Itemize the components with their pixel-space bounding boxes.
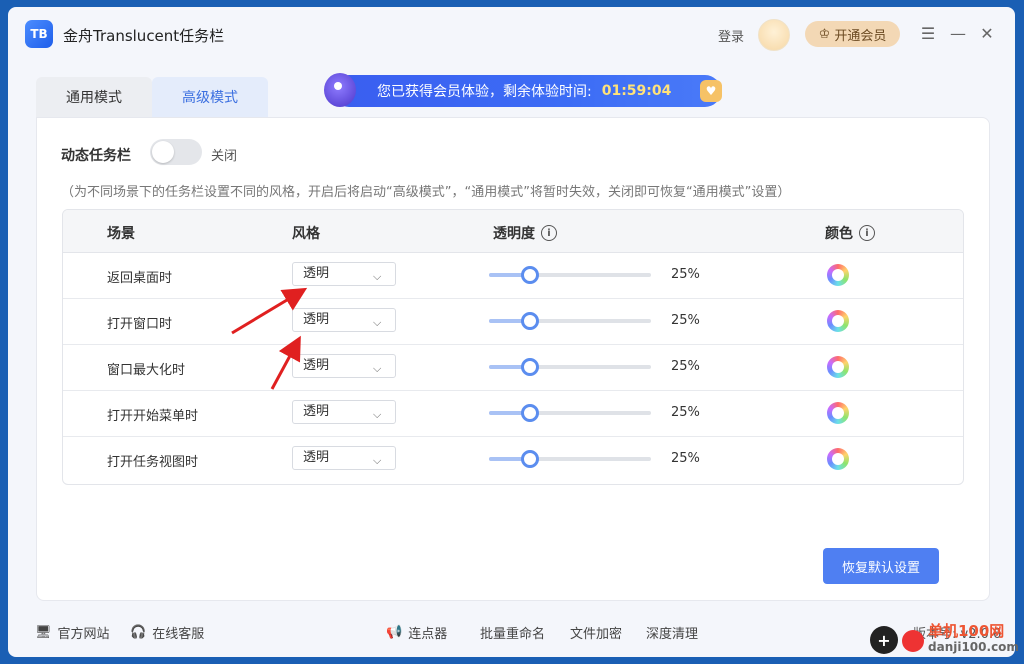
promo-time: 01:59:04	[601, 83, 672, 99]
batch-rename-link[interactable]: 批量重命名	[480, 623, 545, 642]
chevron-down-icon: ⌵	[373, 408, 382, 421]
opacity-value: 25%	[671, 359, 700, 374]
dynamic-taskbar-toggle[interactable]	[150, 139, 202, 165]
header-style: 风格	[292, 226, 320, 242]
official-site-link[interactable]: 🖥 官方网站	[35, 623, 110, 642]
menu-icon[interactable]: ☰	[919, 24, 937, 43]
scene-table: 场景 风格 透明度 i 颜色 i 返回桌面时透明 ⌵ 25% 打开窗口时透明 ⌵ 25% 窗…	[62, 209, 964, 485]
tab-advanced-mode[interactable]: 高级模式	[152, 77, 268, 117]
opacity-value: 25%	[671, 267, 700, 282]
app-window: TB 金舟Translucent任务栏 登录 ♔ 开通会员 ☰ — ✕ 通用模式…	[8, 7, 1015, 657]
opacity-value: 25%	[671, 451, 700, 466]
opacity-slider-thumb[interactable]	[520, 450, 539, 468]
chevron-down-icon: ⌵	[373, 270, 382, 283]
opacity-slider[interactable]	[489, 312, 651, 330]
table-row: 打开窗口时 透明 ⌵ 25%	[63, 298, 963, 345]
plus-icon: +	[870, 626, 898, 654]
info-icon[interactable]: i	[541, 225, 557, 241]
annotation-arrows	[231, 287, 308, 390]
avatar[interactable]	[758, 19, 790, 51]
description-text: （为不同场景下的任务栏设置不同的风格，开启后将启动“高级模式”，“通用模式”将暂…	[61, 185, 791, 200]
support-label: 在线客服	[152, 627, 205, 642]
advanced-panel: 动态任务栏 关闭 （为不同场景下的任务栏设置不同的风格，开启后将启动“高级模式”…	[36, 117, 990, 601]
toggle-knob	[152, 141, 174, 163]
reset-defaults-button[interactable]: 恢复默认设置	[823, 548, 939, 584]
clicker-label: 连点器	[408, 627, 448, 642]
tab-general-mode[interactable]: 通用模式	[36, 77, 152, 117]
style-select[interactable]: 透明 ⌵	[292, 446, 396, 470]
toggle-state-label: 关闭	[211, 149, 238, 164]
login-link[interactable]: 登录	[718, 26, 744, 45]
style-value: 透明	[303, 404, 330, 419]
scene-label: 返回桌面时	[107, 271, 173, 286]
support-link[interactable]: 🎧 在线客服	[130, 623, 204, 642]
promo-text: 您已获得会员体验，剩余体验时间:	[377, 84, 592, 100]
opacity-value: 25%	[671, 313, 700, 328]
watermark-line1: 单机100网	[928, 622, 1005, 640]
info-icon[interactable]: i	[859, 225, 875, 241]
table-row: 返回桌面时 透明 ⌵ 25%	[63, 252, 963, 299]
opacity-slider[interactable]	[489, 450, 651, 468]
promo-banner[interactable]: 您已获得会员体验，剩余体验时间: 01:59:04	[333, 75, 721, 107]
header-color: 颜色 i	[825, 223, 875, 243]
scene-label: 打开窗口时	[107, 317, 173, 332]
arrow-1	[231, 287, 308, 335]
color-picker-icon[interactable]	[827, 264, 849, 286]
scene-label: 窗口最大化时	[107, 363, 186, 378]
opacity-slider-thumb[interactable]	[520, 358, 539, 376]
monitor-icon: 🖥	[35, 625, 52, 640]
scene-label: 打开开始菜单时	[107, 409, 199, 424]
minimize-icon[interactable]: —	[949, 24, 967, 43]
table-row: 打开开始菜单时 透明 ⌵ 25%	[63, 390, 963, 437]
header-scene: 场景	[107, 226, 135, 242]
color-picker-icon[interactable]	[827, 402, 849, 424]
header-opacity: 透明度 i	[493, 223, 557, 243]
opacity-value: 25%	[671, 405, 700, 420]
mascot-icon	[324, 73, 356, 107]
headset-icon: 🎧	[130, 625, 147, 640]
dynamic-taskbar-label: 动态任务栏	[61, 148, 131, 164]
watermark-line2: danji100.com	[928, 640, 1019, 654]
arrow-2	[270, 335, 301, 390]
megaphone-icon: 📢	[386, 625, 403, 640]
title-bar: TB 金舟Translucent任务栏 登录 ♔ 开通会员 ☰ — ✕	[8, 7, 1015, 63]
opacity-slider[interactable]	[489, 404, 651, 422]
chevron-down-icon: ⌵	[373, 362, 382, 375]
watermark: + 单机100网 danji100.com	[862, 620, 1019, 660]
color-picker-icon[interactable]	[827, 448, 849, 470]
color-picker-icon[interactable]	[827, 356, 849, 378]
gift-icon[interactable]: ♥	[700, 80, 722, 102]
color-picker-icon[interactable]	[827, 310, 849, 332]
style-select[interactable]: 透明 ⌵	[292, 400, 396, 424]
header-color-label: 颜色	[825, 226, 853, 242]
watermark-circle	[902, 630, 924, 652]
table-header: 场景 风格 透明度 i 颜色 i	[63, 210, 963, 253]
vip-label: 开通会员	[834, 28, 887, 44]
scene-label: 打开任务视图时	[107, 455, 199, 470]
opacity-slider-thumb[interactable]	[520, 404, 539, 422]
vip-button[interactable]: ♔ 开通会员	[805, 21, 900, 47]
table-row: 打开任务视图时 透明 ⌵ 25%	[63, 436, 963, 482]
style-value: 透明	[303, 450, 330, 465]
close-icon[interactable]: ✕	[978, 24, 996, 43]
table-row: 窗口最大化时 透明 ⌵ 25%	[63, 344, 963, 391]
opacity-slider[interactable]	[489, 358, 651, 376]
opacity-slider-thumb[interactable]	[520, 312, 539, 330]
opacity-slider-thumb[interactable]	[520, 266, 539, 284]
chevron-down-icon: ⌵	[373, 316, 382, 329]
app-logo: TB	[25, 20, 53, 48]
chevron-down-icon: ⌵	[373, 454, 382, 467]
header-opacity-label: 透明度	[493, 226, 535, 242]
opacity-slider[interactable]	[489, 266, 651, 284]
file-encrypt-link[interactable]: 文件加密	[570, 623, 622, 642]
clicker-link[interactable]: 📢 连点器	[386, 623, 447, 642]
deep-clean-link[interactable]: 深度清理	[646, 623, 698, 642]
app-title: 金舟Translucent任务栏	[63, 27, 225, 45]
crown-icon: ♔	[818, 26, 831, 42]
official-site-label: 官方网站	[57, 627, 110, 642]
